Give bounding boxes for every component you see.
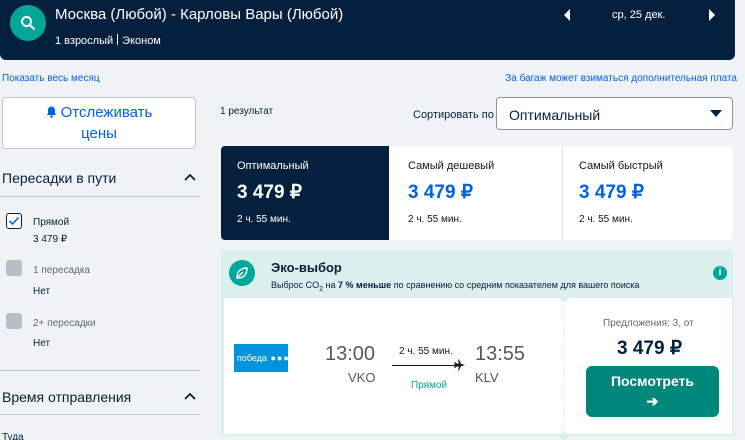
- cabin-label: Эконом: [122, 35, 161, 47]
- divider: [0, 370, 200, 371]
- leaf-icon: [229, 260, 255, 286]
- tab-name: Оптимальный: [237, 160, 309, 172]
- arrival-airport: KLV: [475, 370, 499, 385]
- airline-name: победа: [237, 353, 267, 363]
- eco-description: Выброс CO2 на 7 % меньше по сравнению со…: [271, 280, 639, 293]
- caret-down-icon: [710, 110, 722, 117]
- stops-two-plus-checkbox[interactable]: [6, 313, 22, 329]
- stops-direct-checkbox[interactable]: [6, 213, 22, 229]
- tab-fastest[interactable]: Самый быстрый 3 479 ₽ 2 ч. 55 мин.: [563, 146, 733, 240]
- sort-tabs: Оптимальный 3 479 ₽ 2 ч. 55 мин. Самый д…: [221, 146, 733, 240]
- tab-duration: 2 ч. 55 мин.: [579, 214, 633, 225]
- eco-title: Эко-выбор: [271, 260, 342, 275]
- divider: [0, 196, 200, 197]
- flight-details: победа ●●● 13:00 VKO 2 ч. 55 мин. Прямой…: [222, 298, 564, 436]
- tab-price: 3 479 ₽: [237, 182, 302, 203]
- departure-section-title: Время отправления: [2, 389, 132, 405]
- separator: [117, 34, 119, 45]
- plane-icon: [454, 359, 465, 371]
- chevron-left-icon[interactable]: [560, 8, 574, 22]
- stops-section-title: Пересадки в пути: [2, 170, 117, 186]
- passengers-label: 1 взрослый: [55, 35, 114, 47]
- search-summary-bar[interactable]: Москва (Любой) - Карловы Вары (Любой) 1 …: [0, 0, 735, 60]
- trip-details: 1 взрослый Эконом: [55, 34, 161, 47]
- ticket-notch: [560, 294, 568, 302]
- stops-label: Прямой: [411, 380, 448, 391]
- tab-cheapest[interactable]: Самый дешевый 3 479 ₽ 2 ч. 55 мин.: [392, 146, 562, 240]
- tab-best[interactable]: Оптимальный 3 479 ₽ 2 ч. 55 мин.: [221, 146, 389, 240]
- results-count: 1 результат: [220, 106, 274, 117]
- divider: [0, 414, 200, 415]
- departure-outbound-label: Туда: [2, 432, 24, 440]
- stops-direct-price: 3 479 ₽: [33, 234, 68, 245]
- airline-logo: победа ●●●: [234, 344, 290, 372]
- view-deal-button[interactable]: Посмотреть ➔: [586, 366, 719, 417]
- flight-duration: 2 ч. 55 мин.: [399, 346, 453, 357]
- tab-price: 3 479 ₽: [408, 182, 473, 203]
- chevron-right-icon[interactable]: [705, 8, 719, 22]
- chevron-up-icon[interactable]: [184, 173, 196, 181]
- check-icon: [8, 216, 20, 226]
- date-label: ср, 25 дек.: [612, 9, 666, 21]
- tab-price: 3 479 ₽: [579, 182, 644, 203]
- tab-duration: 2 ч. 55 мин.: [408, 214, 462, 225]
- departure-time: 13:00: [325, 343, 376, 365]
- logo-dots: ●●●: [267, 353, 290, 363]
- flight-price: 3 479 ₽: [617, 338, 682, 359]
- route-title: Москва (Любой) - Карловы Вары (Любой): [55, 6, 344, 23]
- arrival-time: 13:55: [475, 343, 526, 365]
- eco-text-mid: на: [323, 280, 339, 290]
- chevron-up-icon[interactable]: [184, 392, 196, 400]
- info-icon[interactable]: i: [713, 266, 727, 280]
- sort-select[interactable]: Оптимальный: [496, 97, 733, 130]
- route-line: [392, 365, 458, 366]
- sort-value: Оптимальный: [509, 107, 601, 123]
- stops-two-plus-label: 2+ пересадки: [33, 318, 96, 329]
- track-button-line1: Отслеживать: [60, 104, 153, 121]
- tab-duration: 2 ч. 55 мин.: [237, 214, 291, 225]
- show-month-link[interactable]: Показать весь месяц: [2, 73, 100, 84]
- track-prices-button[interactable]: Отслеживать цены: [2, 97, 196, 149]
- baggage-note-link[interactable]: За багаж может взиматься дополнительная …: [505, 73, 737, 84]
- search-icon: [21, 16, 35, 30]
- ticket-notch: [560, 432, 568, 440]
- stops-one-price: Нет: [33, 286, 51, 297]
- tab-name: Самый дешевый: [408, 160, 495, 172]
- sort-label: Сортировать по: [413, 109, 494, 121]
- offers-count: Предложения: 3, от: [603, 318, 694, 329]
- tab-name: Самый быстрый: [579, 160, 663, 172]
- eco-text-bold: 7 % меньше: [338, 280, 392, 290]
- view-button-label: Посмотреть: [610, 373, 695, 389]
- flight-card[interactable]: победа ●●● 13:00 VKO 2 ч. 55 мин. Прямой…: [221, 298, 734, 436]
- track-button-line2: цены: [81, 125, 117, 142]
- stops-one-label: 1 пересадка: [33, 265, 90, 276]
- departure-airport: VKO: [348, 370, 376, 385]
- stops-direct-label: Прямой: [33, 217, 70, 228]
- top-bar: Москва (Любой) - Карловы Вары (Любой) 1 …: [0, 0, 745, 60]
- stops-two-plus-price: Нет: [33, 338, 51, 349]
- eco-text-after: по сравнению со средним показателем для …: [391, 280, 640, 290]
- eco-banner: Эко-выбор Выброс CO2 на 7 % меньше по ср…: [221, 250, 733, 298]
- bell-icon: [46, 104, 57, 124]
- search-button[interactable]: [10, 5, 46, 41]
- stops-one-checkbox[interactable]: [6, 260, 22, 276]
- eco-text-before: Выброс CO: [271, 280, 320, 290]
- arrow-right-icon: ➔: [646, 393, 659, 409]
